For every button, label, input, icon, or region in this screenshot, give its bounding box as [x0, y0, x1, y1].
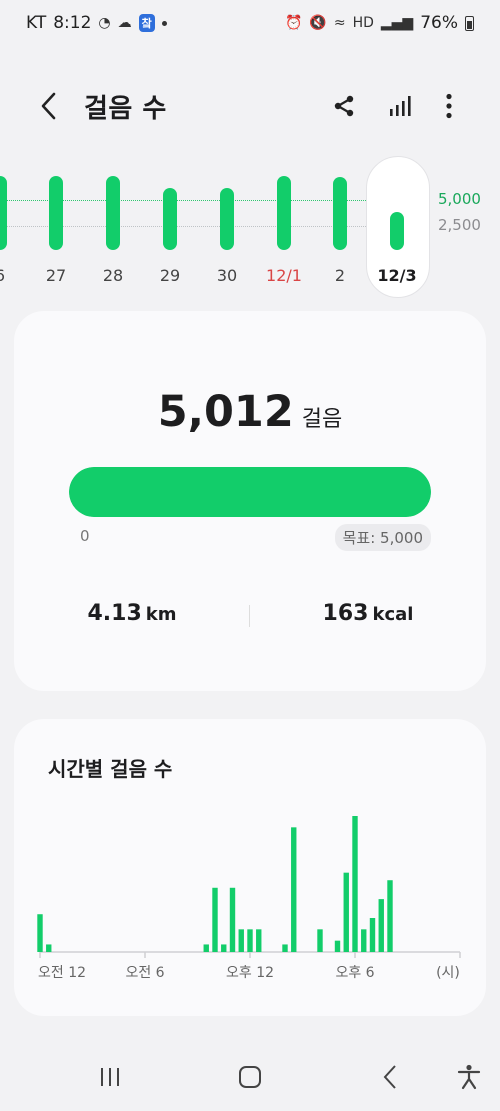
hourly-bar-19[interactable]	[387, 880, 393, 952]
progress-min-label: 0	[80, 527, 90, 545]
day-label-2[interactable]: 27	[36, 266, 76, 285]
back-icon	[383, 1065, 396, 1089]
steps-value: 5,012	[157, 387, 294, 437]
hourly-x-label-4: 오후 6	[335, 965, 374, 981]
mute-icon: 🔇	[309, 15, 327, 31]
stats-row: 4.13 km 163 kcal	[14, 601, 486, 641]
hourly-x-unit: (시)	[436, 965, 460, 981]
status-bar: KT 8:12 ◔ ☁ 챀 ⏰ 🔇 ≈ HD ▂▄▆ 76%	[0, 0, 500, 46]
day-label-5[interactable]: 30	[207, 266, 247, 285]
hourly-bar-15[interactable]	[352, 816, 358, 952]
distance-stat: 4.13 km	[14, 601, 250, 626]
day-bar-3[interactable]	[106, 176, 120, 250]
hourly-x-label-3: 오후 12	[226, 965, 274, 981]
hourly-bar-8[interactable]	[247, 929, 253, 952]
hourly-bar-18[interactable]	[378, 899, 384, 952]
more-notifications-dot-icon	[161, 20, 167, 26]
distance-value: 4.13	[87, 601, 142, 626]
day-label-4[interactable]: 29	[150, 266, 190, 285]
hourly-bar-17[interactable]	[369, 918, 376, 952]
home-icon	[239, 1066, 261, 1088]
hourly-bar-9[interactable]	[256, 929, 262, 952]
distance-unit: km	[145, 604, 177, 625]
hourly-bar-2[interactable]	[46, 944, 52, 952]
status-time: 8:12	[53, 13, 92, 33]
hourly-x-label-2: 오전 6	[125, 965, 164, 981]
day-label-3[interactable]: 28	[93, 266, 133, 285]
app-header: 걸음 수	[0, 78, 500, 134]
hourly-bar-10[interactable]	[282, 944, 288, 952]
hourly-bar-12[interactable]	[317, 929, 323, 952]
battery-icon	[465, 15, 474, 31]
hourly-bar-5[interactable]	[221, 944, 227, 952]
hourly-x-label-1: 오전 12	[38, 965, 86, 981]
steps-total: 5,012 걸음	[14, 387, 486, 437]
weekly-steps-strip: 5,000 2,500 6 27 28 29 30 12/1 2 12/3	[0, 150, 500, 300]
running-app-icon: ◔	[98, 15, 111, 31]
trends-button[interactable]	[380, 86, 420, 126]
calories-unit: kcal	[372, 604, 414, 625]
calories-stat: 163 kcal	[250, 601, 486, 626]
more-vertical-icon	[446, 93, 452, 119]
alarm-icon: ⏰	[284, 15, 303, 31]
hourly-steps-chart: 오전 12 오전 6 오후 12 오후 6 (시)	[37, 816, 461, 981]
steps-progress-bar	[69, 467, 431, 517]
status-right: ⏰ 🔇 ≈ HD ▂▄▆ 76%	[285, 13, 474, 33]
status-left: KT 8:12 ◔ ☁ 챀	[26, 13, 167, 33]
hourly-bar-13[interactable]	[334, 940, 341, 952]
hourly-bar-14[interactable]	[343, 872, 349, 952]
day-bar-4[interactable]	[163, 188, 177, 250]
recent-apps-icon	[101, 1068, 119, 1086]
half-goal-tick-label: 2,500	[438, 216, 481, 234]
nav-back-button[interactable]	[372, 1062, 408, 1092]
share-icon	[334, 95, 354, 117]
hourly-bar-7[interactable]	[238, 929, 244, 952]
steps-summary-card: 5,012 걸음 0 목표: 5,000 4.13 km 163 kcal	[14, 311, 486, 691]
goal-badge[interactable]: 목표: 5,000	[334, 524, 431, 551]
day-bar-8[interactable]	[390, 211, 404, 250]
day-bar-5[interactable]	[220, 188, 234, 250]
notification-app-icon: 챀	[138, 14, 155, 32]
hourly-bar-1[interactable]	[37, 914, 43, 952]
day-bar-1[interactable]	[0, 176, 7, 250]
system-navigation-bar	[0, 1040, 500, 1111]
wifi-icon: ≈	[333, 15, 346, 31]
page-title: 걸음 수	[84, 94, 167, 124]
accessibility-icon	[457, 1064, 481, 1090]
weather-icon: ☁	[117, 15, 132, 31]
more-options-button[interactable]	[429, 86, 469, 126]
accessibility-button[interactable]	[452, 1062, 486, 1092]
battery-percent: 76%	[420, 13, 458, 33]
day-bar-7[interactable]	[333, 177, 347, 250]
calories-value: 163	[322, 601, 369, 626]
hourly-bar-6[interactable]	[229, 887, 236, 952]
hourly-bar-11[interactable]	[291, 827, 297, 952]
signal-icon: ▂▄▆	[380, 15, 414, 31]
day-label-1[interactable]: 6	[0, 266, 20, 285]
hd-voice-icon: HD	[352, 15, 374, 31]
back-button[interactable]	[32, 86, 66, 126]
day-label-6[interactable]: 12/1	[264, 266, 304, 285]
goal-tick-label: 5,000	[438, 190, 481, 208]
day-bar-6[interactable]	[277, 176, 291, 250]
share-button[interactable]	[324, 86, 364, 126]
steps-unit: 걸음	[301, 407, 343, 432]
day-bar-2[interactable]	[49, 176, 63, 250]
home-button[interactable]	[232, 1062, 268, 1092]
hourly-bar-3[interactable]	[203, 944, 209, 952]
hourly-steps-card: 시간별 걸음 수 오전 12 오전 6 오후 12 오후 6 (시)	[14, 719, 486, 1016]
hourly-bar-4[interactable]	[212, 887, 218, 952]
day-label-7[interactable]: 2	[320, 266, 360, 285]
recent-apps-button[interactable]	[92, 1062, 128, 1092]
day-label-8[interactable]: 12/3	[377, 266, 417, 285]
hourly-bar-16[interactable]	[361, 929, 367, 952]
chevron-left-icon	[41, 92, 56, 120]
carrier-label: KT	[26, 13, 47, 33]
steps-progress-fill	[69, 467, 431, 517]
bar-chart-icon	[390, 96, 411, 116]
